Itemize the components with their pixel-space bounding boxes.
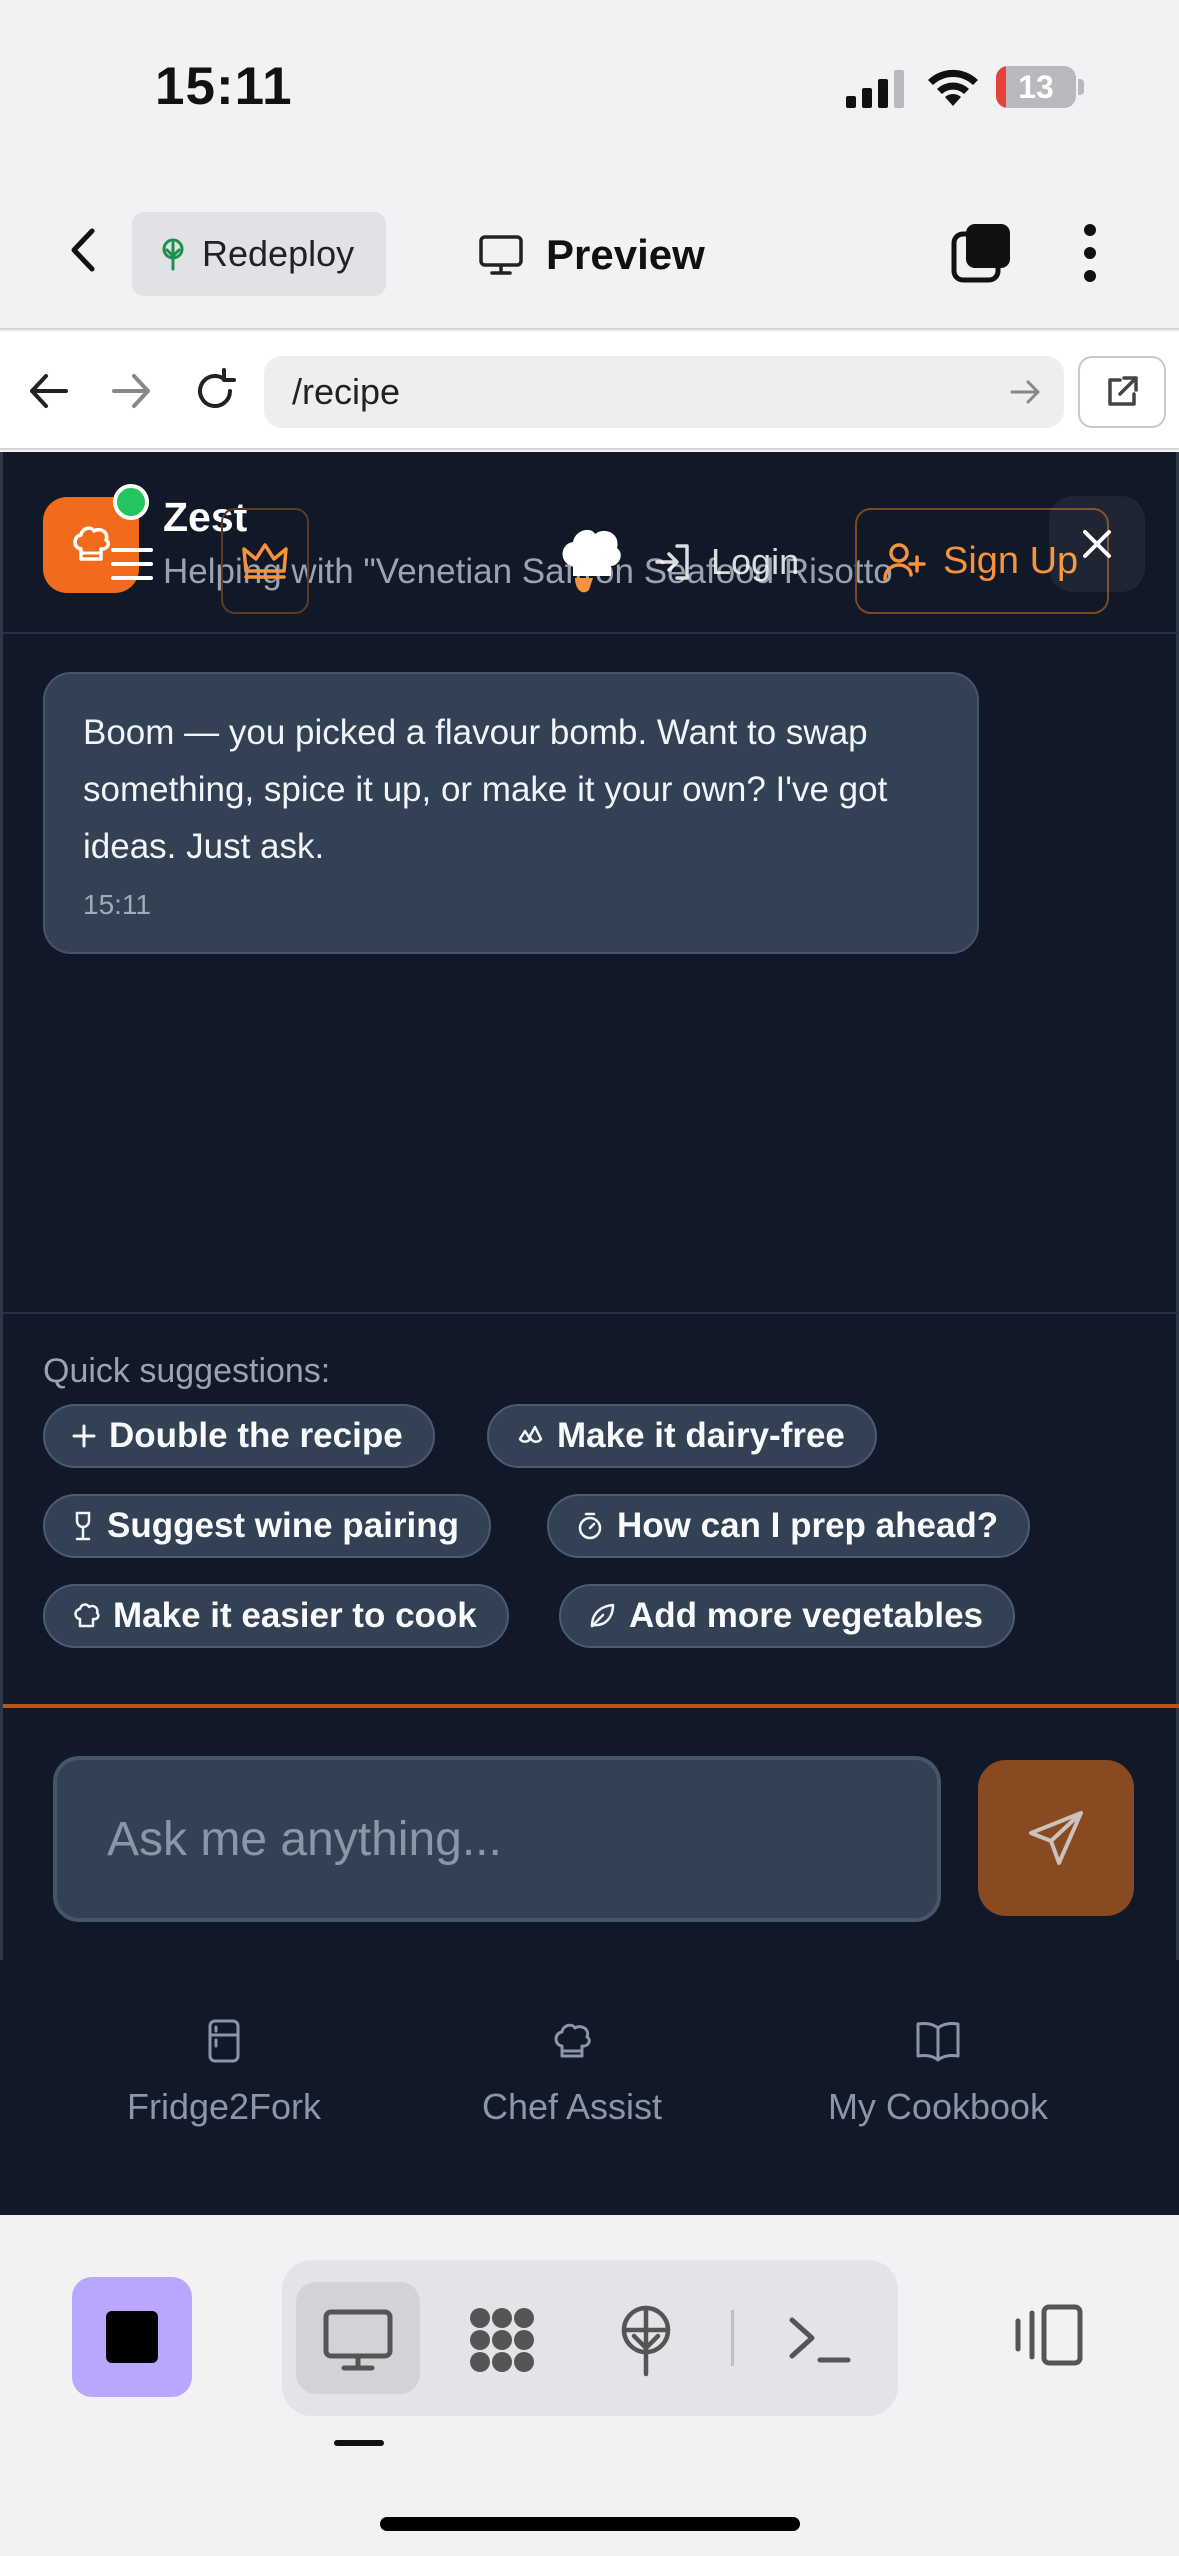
active-tab-indicator (334, 2440, 384, 2446)
suggestion-double-recipe[interactable]: Double the recipe (43, 1404, 435, 1468)
chat-input[interactable]: Ask me anything... (53, 1756, 941, 1922)
suggestion-label: Suggest wine pairing (107, 1506, 459, 1545)
user-plus-icon (883, 543, 926, 581)
droplets-icon (518, 1425, 543, 1443)
suggestion-wine-pairing[interactable]: Suggest wine pairing (43, 1494, 491, 1558)
quick-suggestions: Quick suggestions: Double the recipe Mak… (3, 1312, 1179, 1706)
login-label: Login (711, 541, 800, 582)
cellular-signal-icon (846, 70, 904, 108)
close-icon (1083, 530, 1111, 558)
suggestion-label: Make it easier to cook (113, 1596, 477, 1635)
redeploy-label: Redeploy (202, 233, 355, 274)
stop-icon (106, 2311, 158, 2363)
go-arrow-icon[interactable] (1006, 372, 1046, 412)
web-content: Zest Helping with "Venetian Saffron Seaf… (0, 452, 1179, 2215)
wine-icon (75, 1511, 91, 1541)
message-text: Boom — you picked a flavour bomb. Want t… (83, 713, 888, 866)
suggestion-more-vegetables[interactable]: Add more vegetables (559, 1584, 1015, 1648)
online-status-dot (113, 484, 149, 520)
battery-indicator: 13 (996, 66, 1076, 108)
chef-logo-icon (562, 529, 621, 593)
crown-icon (242, 543, 288, 579)
chat-input-bar: Ask me anything... (3, 1704, 1179, 1960)
timer-icon (578, 1512, 602, 1540)
suggestion-label: How can I prep ahead? (617, 1506, 999, 1545)
arrow-left-icon[interactable] (24, 366, 74, 416)
preview-tab[interactable]: Preview (478, 220, 705, 290)
suggestion-dairy-free[interactable]: Make it dairy-free (487, 1404, 877, 1468)
chef-hat-icon (74, 1603, 100, 1628)
suggestion-label: Double the recipe (109, 1416, 403, 1455)
suggestion-label: Make it dairy-free (557, 1416, 845, 1455)
nav-label: Fridge2Fork (126, 2086, 322, 2127)
more-vertical-icon[interactable] (1070, 222, 1110, 284)
book-open-icon (916, 2022, 960, 2062)
url-field[interactable]: /recipe (264, 356, 1064, 428)
wifi-icon (928, 69, 978, 106)
url-text: /recipe (292, 371, 401, 412)
panel-icon[interactable] (1010, 2303, 1084, 2367)
plus-icon (72, 1424, 96, 1448)
monitor-icon (479, 235, 523, 275)
status-bar: 15:11 13 (0, 0, 1179, 170)
chat-header: Zest Helping with "Venetian Saffron Seaf… (3, 452, 1179, 634)
suggestion-easier-cook[interactable]: Make it easier to cook (43, 1584, 509, 1648)
leaf-icon (590, 1603, 615, 1628)
preview-label: Preview (546, 231, 705, 278)
send-button[interactable] (978, 1760, 1134, 1916)
nav-chef-assist[interactable]: Chef Assist (422, 2018, 722, 2128)
home-indicator (380, 2517, 800, 2531)
external-link-icon (1108, 376, 1138, 406)
view-switcher (282, 2260, 898, 2416)
login-icon (655, 544, 689, 580)
back-chevron-icon[interactable] (60, 225, 110, 275)
chef-hat-icon (554, 2023, 591, 2058)
nav-label: Chef Assist (481, 2086, 663, 2127)
premium-button[interactable] (221, 508, 309, 614)
nav-my-cookbook[interactable]: My Cookbook (788, 2018, 1088, 2128)
suggestions-title: Quick suggestions: (43, 1352, 331, 1390)
redeploy-button[interactable]: Redeploy (132, 212, 386, 296)
login-button[interactable]: Login (651, 540, 799, 584)
battery-tip (1078, 79, 1084, 95)
browser-bar: /recipe (0, 332, 1179, 450)
app-toolbar: Redeploy Preview (0, 170, 1179, 330)
chat-panel: Zest Helping with "Venetian Saffron Seaf… (0, 452, 1179, 1960)
deploy-tree-icon (162, 238, 184, 271)
nav-label: My Cookbook (827, 2086, 1049, 2127)
monitor-icon[interactable] (320, 2302, 396, 2378)
close-chat-button[interactable] (1049, 496, 1145, 592)
nav-fridge2fork[interactable]: Fridge2Fork (74, 2018, 374, 2128)
menu-icon[interactable] (109, 544, 155, 584)
assistant-message: Boom — you picked a flavour bomb. Want t… (43, 672, 979, 954)
dev-toolbar (0, 2215, 1179, 2556)
fridge-icon (208, 2019, 240, 2063)
status-time: 15:11 (155, 57, 293, 116)
arrow-right-icon[interactable] (106, 366, 156, 416)
send-icon (1029, 1811, 1083, 1865)
deploy-icon[interactable] (608, 2302, 684, 2378)
message-time: 15:11 (83, 889, 151, 920)
bottom-nav: Fridge2Fork Chef Assist My Cookbook (0, 1962, 1179, 2215)
reload-icon[interactable] (190, 366, 240, 416)
tabs-icon[interactable] (950, 222, 1012, 284)
segment-divider (731, 2310, 734, 2366)
nodes-icon[interactable] (464, 2302, 540, 2378)
chat-input-placeholder: Ask me anything... (107, 1812, 502, 1866)
open-external-button[interactable] (1078, 356, 1166, 428)
chef-hat-icon (73, 526, 110, 561)
battery-level: 13 (1018, 69, 1054, 105)
terminal-icon[interactable] (782, 2302, 858, 2378)
suggestion-label: Add more vegetables (629, 1596, 983, 1635)
stop-button[interactable] (72, 2277, 192, 2397)
suggestion-prep-ahead[interactable]: How can I prep ahead? (547, 1494, 1031, 1558)
